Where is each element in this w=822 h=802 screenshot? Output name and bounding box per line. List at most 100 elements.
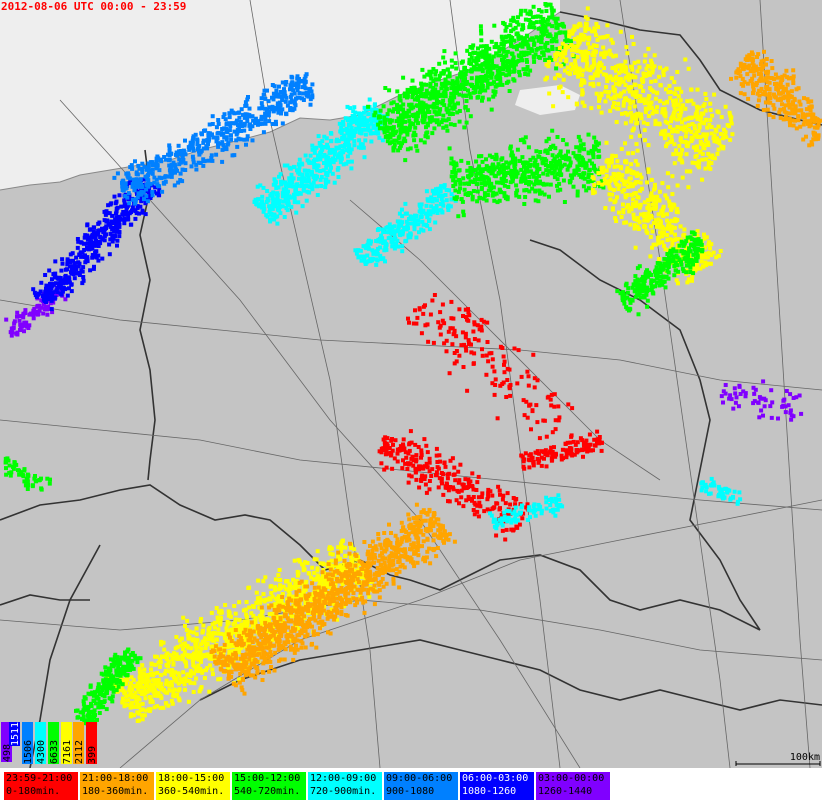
strike-mark <box>665 233 670 238</box>
strike-mark <box>325 142 330 147</box>
strike-mark <box>587 158 592 163</box>
strike-mark <box>697 165 701 170</box>
strike-mark <box>629 162 634 167</box>
strike-mark <box>395 89 400 94</box>
strike-mark <box>236 110 241 115</box>
strike-mark <box>295 85 299 90</box>
strike-mark <box>674 148 679 153</box>
strike-mark <box>661 206 665 211</box>
strike-mark <box>315 184 319 189</box>
strike-mark <box>613 198 618 203</box>
strike-mark <box>418 88 422 93</box>
strike-mark <box>358 248 363 253</box>
strike-mark <box>620 296 625 301</box>
strike-mark <box>632 60 637 65</box>
strike-mark <box>623 59 628 64</box>
strike-mark <box>408 235 413 240</box>
strike-mark <box>363 138 368 143</box>
strike-mark <box>666 185 671 190</box>
strike-mark <box>178 171 183 176</box>
strike-mark <box>693 154 698 159</box>
strike-mark <box>771 103 776 108</box>
strike-mark <box>150 163 155 168</box>
strike-mark <box>645 298 650 303</box>
strike-mark <box>441 125 446 130</box>
strike-mark <box>708 108 713 112</box>
strike-mark <box>765 100 770 105</box>
strike-mark <box>122 204 127 208</box>
strike-mark <box>566 149 570 154</box>
strike-mark <box>280 80 285 85</box>
strike-mark <box>323 177 328 182</box>
strike-mark <box>209 153 214 158</box>
strike-mark <box>427 219 431 224</box>
strike-mark <box>685 235 690 240</box>
strike-mark <box>483 55 488 60</box>
strike-mark <box>287 194 292 199</box>
strike-mark <box>353 110 358 115</box>
strike-mark <box>645 217 650 221</box>
strike-mark <box>385 134 390 138</box>
strike-mark <box>641 89 646 93</box>
strike-mark <box>621 103 626 108</box>
strike-mark <box>475 189 480 194</box>
strike-mark <box>529 37 534 42</box>
strike-mark <box>633 191 638 195</box>
strike-mark <box>271 182 276 187</box>
strike-mark <box>384 247 389 252</box>
strike-mark <box>619 91 624 96</box>
strike-mark <box>436 77 441 82</box>
strike-mark <box>361 145 366 150</box>
strike-mark <box>503 179 508 183</box>
strike-mark <box>398 104 403 109</box>
strike-mark <box>651 202 655 207</box>
strike-mark <box>739 63 743 68</box>
map-canvas[interactable] <box>0 0 822 769</box>
strike-mark <box>544 148 549 153</box>
strike-mark <box>102 218 107 223</box>
strike-mark <box>377 126 382 131</box>
strike-mark <box>511 176 515 181</box>
strike-mark <box>508 23 513 28</box>
strike-mark <box>146 178 151 183</box>
strike-mark <box>751 69 756 74</box>
strike-mark <box>418 138 423 143</box>
strike-mark <box>624 169 629 174</box>
strike-mark <box>150 190 155 194</box>
strike-mark <box>496 82 501 87</box>
strike-mark <box>375 251 380 256</box>
strike-mark <box>705 132 710 137</box>
strike-mark <box>305 158 310 163</box>
strike-mark <box>592 135 597 140</box>
strike-mark <box>666 223 671 228</box>
strike-mark <box>796 86 801 91</box>
strike-mark <box>693 256 698 261</box>
strike-mark <box>286 182 291 187</box>
strike-mark <box>289 74 294 79</box>
strike-mark <box>120 212 125 217</box>
strike-mark <box>284 112 289 117</box>
strike-mark <box>475 75 480 80</box>
strike-mark <box>135 206 140 211</box>
strike-mark <box>418 206 423 211</box>
strike-mark <box>169 164 174 169</box>
strike-mark <box>701 133 706 138</box>
strike-mark <box>407 118 412 123</box>
strike-mark <box>693 112 698 117</box>
strike-mark <box>675 210 680 215</box>
strike-mark <box>400 220 405 225</box>
strike-mark <box>300 96 304 101</box>
strike-mark <box>477 196 482 200</box>
strike-mark <box>352 105 357 110</box>
strike-mark <box>457 168 462 173</box>
strike-mark <box>390 229 395 234</box>
strike-mark <box>643 138 647 143</box>
strike-mark <box>516 58 521 63</box>
strike-mark <box>450 106 455 111</box>
map[interactable]: 498 1511 1506 4300 6633 7161 2112 399 <box>0 0 822 769</box>
strike-mark <box>532 59 537 64</box>
strike-mark <box>679 262 684 267</box>
strike-mark <box>638 113 643 118</box>
strike-mark <box>489 107 494 112</box>
strike-mark <box>396 148 401 153</box>
